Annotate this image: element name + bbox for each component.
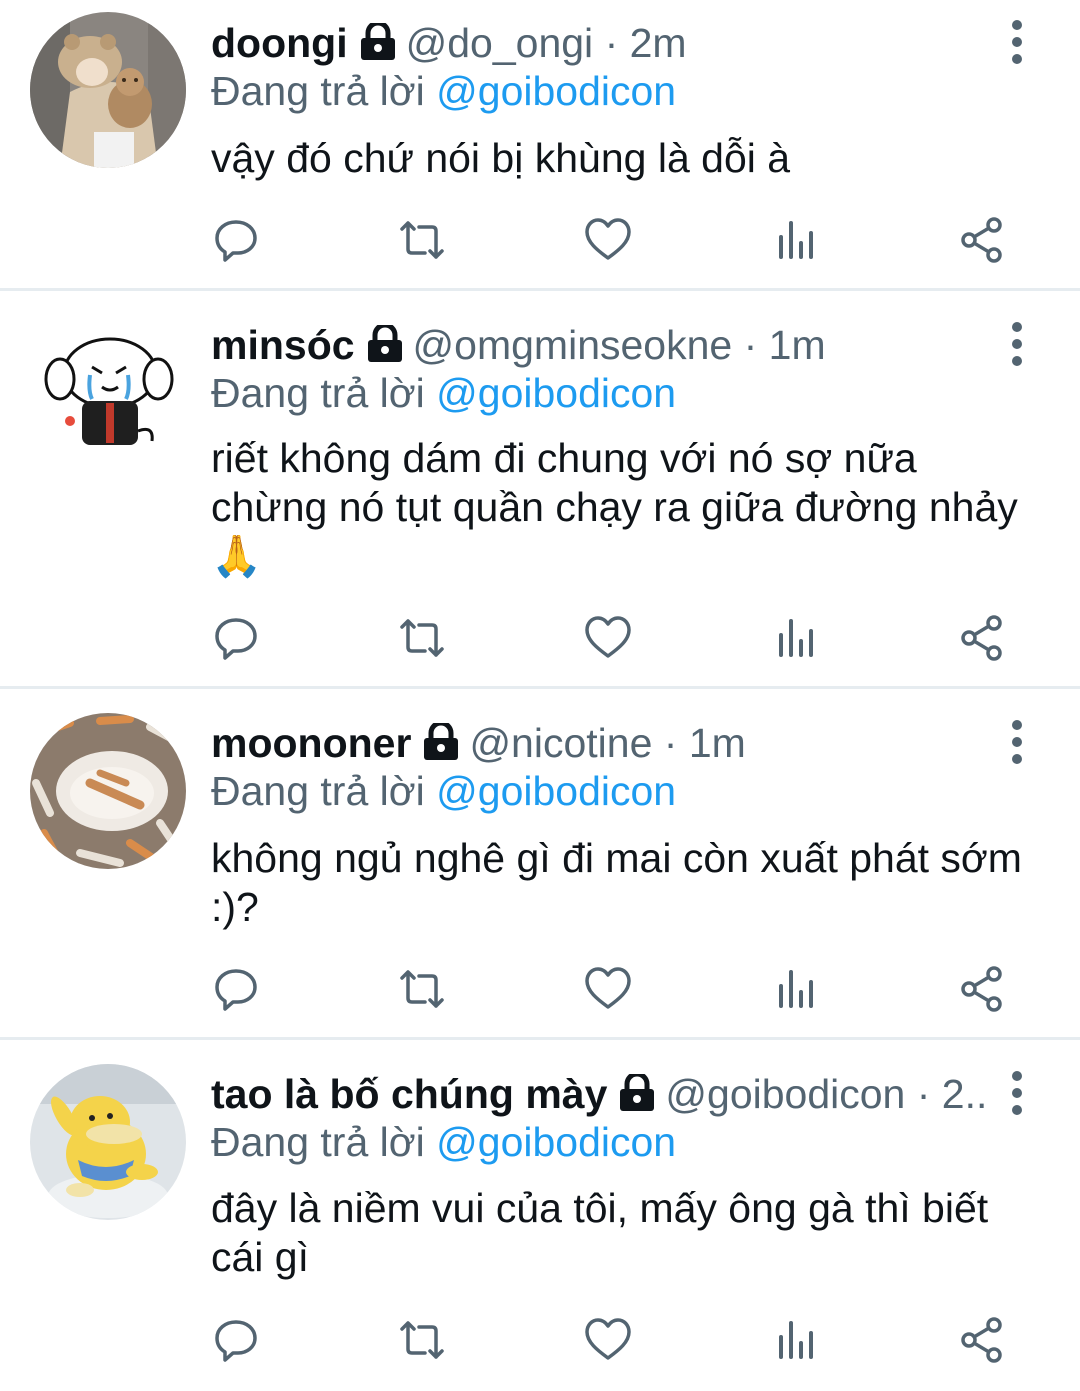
mention-link[interactable]: @goibodicon [436,1119,676,1165]
action-bar [211,1315,1011,1365]
more-vertical-icon[interactable] [1004,322,1030,366]
reply-icon[interactable] [211,215,261,265]
reply-icon[interactable] [211,1315,261,1365]
tweet[interactable]: tao là bố chúng mày@goibodicon · 2... Đa… [0,1040,1080,1391]
avatar[interactable] [30,313,186,469]
heart-icon[interactable] [583,215,633,265]
avatar[interactable] [30,1064,186,1220]
user-handle[interactable]: @nicotine [469,720,652,766]
views-bar-chart-icon[interactable] [771,1315,821,1365]
share-icon[interactable] [957,964,1007,1014]
mention-link[interactable]: @goibodicon [436,768,676,814]
timestamp[interactable]: · 1m [664,720,746,766]
timestamp[interactable]: · 1m [744,322,826,368]
lock-icon [365,322,405,370]
more-vertical-icon[interactable] [1004,1071,1030,1115]
display-name[interactable]: doongi [211,20,348,66]
user-handle[interactable]: @goibodicon [665,1071,905,1117]
avatar[interactable] [30,12,186,168]
retweet-icon[interactable] [397,613,447,663]
reply-icon[interactable] [211,613,261,663]
tweet-text: không ngủ nghê gì đi mai còn xuất phát s… [211,834,1071,932]
more-vertical-icon[interactable] [1004,20,1030,64]
tweet-text: vậy đó chứ nói bị khùng là dỗi à [211,134,1051,183]
replying-to-label: Đang trả lời [211,768,425,814]
replying-to-label: Đang trả lời [211,68,425,114]
display-name[interactable]: moononer [211,720,411,766]
user-handle[interactable]: @omgminseokne [413,322,733,368]
replying-to: Đang trả lời @goibodicon [211,66,676,116]
retweet-icon[interactable] [397,1315,447,1365]
tweet-text-line: không ngủ nghê gì đi mai còn xuất phát s… [211,835,1022,881]
tweet-text-line: chừng nó tụt quần chạy ra giữa đường nhả… [211,484,1018,530]
tweet-text-line: vậy đó chứ nói bị khùng là dỗi à [211,135,791,181]
timestamp[interactable]: · 2... [917,1071,988,1117]
heart-icon[interactable] [583,613,633,663]
tweet-header: tao là bố chúng mày @goibodicon · 2... [211,1069,988,1119]
views-bar-chart-icon[interactable] [771,613,821,663]
tweet-text-line: cái gì [211,1234,309,1280]
views-bar-chart-icon[interactable] [771,215,821,265]
action-bar [211,613,1011,663]
views-bar-chart-icon[interactable] [771,964,821,1014]
tweet-text: riết không dám đi chung với nó sợ nữa ch… [211,434,1051,581]
lock-icon [617,1071,657,1119]
lock-icon [421,720,461,768]
retweet-icon[interactable] [397,964,447,1014]
heart-icon[interactable] [583,1315,633,1365]
replying-to: Đang trả lời @goibodicon [211,368,676,418]
retweet-icon[interactable] [397,215,447,265]
share-icon[interactable] [957,613,1007,663]
tweet[interactable]: doongi @do_ongi · 2m Đang trả lời @goibod… [0,0,1080,288]
heart-icon[interactable] [583,964,633,1014]
emoji: 🙏 [211,533,263,579]
tweet-text: đây là niềm vui của tôi, mấy ông gà thì … [211,1184,1051,1282]
replying-to: Đang trả lời @goibodicon [211,766,676,816]
more-vertical-icon[interactable] [1004,720,1030,764]
display-name[interactable]: tao là bố chúng mày [211,1071,607,1117]
share-icon[interactable] [957,1315,1007,1365]
action-bar [211,215,1011,265]
user-handle[interactable]: @do_ongi [406,20,594,66]
mention-link[interactable]: @goibodicon [436,370,676,416]
replying-to: Đang trả lời @goibodicon [211,1117,676,1167]
tweet-header: minsóc @omgminseokne · 1m [211,320,960,370]
tweet[interactable]: minsóc @omgminseokne · 1m Đang trả lời @g… [0,291,1080,686]
action-bar [211,964,1011,1014]
lock-icon [358,20,398,68]
timestamp[interactable]: · 2m [605,20,687,66]
tweet-text-line: riết không dám đi chung với nó sợ nữa [211,435,917,481]
mention-link[interactable]: @goibodicon [436,68,676,114]
share-icon[interactable] [957,215,1007,265]
replying-to-label: Đang trả lời [211,370,425,416]
display-name[interactable]: minsóc [211,322,355,368]
replying-to-label: Đang trả lời [211,1119,425,1165]
reply-icon[interactable] [211,964,261,1014]
avatar[interactable] [30,713,186,869]
tweet-header: moononer @nicotine · 1m [211,718,960,768]
tweet-text-line: đây là niềm vui của tôi, mấy ông gà thì … [211,1185,989,1231]
tweet-header: doongi @do_ongi · 2m [211,18,960,68]
tweet[interactable]: moononer @nicotine · 1m Đang trả lời @goi… [0,689,1080,1037]
tweet-text-line: :)? [211,884,259,930]
